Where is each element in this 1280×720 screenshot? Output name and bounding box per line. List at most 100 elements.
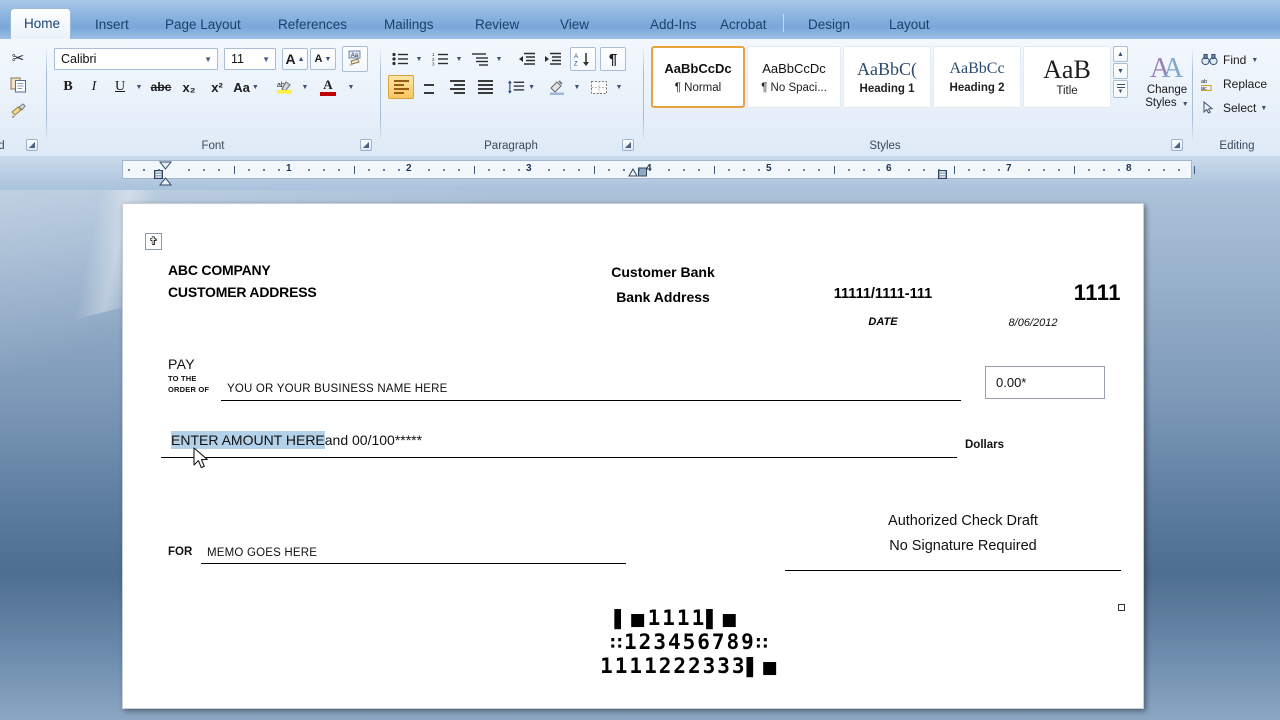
ruler-tick — [623, 169, 625, 171]
numbering-dropdown[interactable]: ▼ — [452, 47, 464, 71]
ruler-tick — [308, 169, 310, 171]
align-left-icon[interactable] — [388, 75, 414, 99]
svg-text:3: 3 — [432, 62, 435, 67]
justify-icon[interactable] — [472, 75, 498, 99]
style-no-spacing[interactable]: AaBbCcDc ¶ No Spaci... — [747, 46, 841, 108]
change-case-button[interactable]: Aa ▼ — [232, 75, 260, 99]
micr-routing-symbol-left: ∷ — [610, 634, 625, 654]
align-center-icon[interactable] — [416, 75, 442, 99]
grow-font-button[interactable]: A ▲ — [282, 48, 308, 70]
font-name-value: Calibri — [61, 52, 97, 66]
ruler-tick — [548, 169, 550, 171]
bank-address: Bank Address — [616, 289, 710, 305]
clipboard-dialog-launcher[interactable]: ◢ — [26, 139, 38, 151]
tab-mailings[interactable]: Mailings — [371, 11, 447, 39]
copy-icon[interactable] — [6, 73, 30, 97]
customer-address: CUSTOMER ADDRESS — [168, 284, 317, 300]
styles-dialog-launcher[interactable]: ◢ — [1171, 139, 1183, 151]
replace-button[interactable]: ab ac Replace — [1198, 73, 1278, 95]
borders-dropdown[interactable]: ▼ — [612, 75, 624, 99]
ruler-tick — [188, 169, 190, 171]
sort-icon[interactable]: AZ — [570, 47, 596, 71]
table-move-handle[interactable]: ✞ — [145, 233, 162, 250]
subscript-button[interactable]: x₂ — [176, 75, 202, 99]
paragraph-dialog-launcher[interactable]: ◢ — [622, 139, 634, 151]
routing-fraction: 11111/1111-111 — [833, 286, 933, 302]
tab-page-layout[interactable]: Page Layout — [152, 11, 254, 39]
ruler-tick — [143, 169, 145, 171]
font-size-combo[interactable]: 11 ▼ — [224, 48, 276, 70]
text-highlight-button[interactable]: ab — [270, 75, 298, 99]
ruler-tick — [338, 169, 340, 171]
strikethrough-button[interactable]: abc — [148, 75, 174, 99]
ruler-tick — [443, 169, 445, 171]
numbering-icon[interactable]: 123 — [428, 47, 452, 71]
tab-layout[interactable]: Layout — [876, 11, 943, 39]
clear-formatting-button[interactable]: Aa — [342, 46, 368, 72]
italic-button[interactable]: I — [82, 75, 106, 99]
tab-design[interactable]: Design — [795, 11, 863, 39]
tab-home[interactable]: Home — [10, 8, 71, 39]
document-page[interactable]: ✞ ABC COMPANY CUSTOMER ADDRESS Customer … — [122, 203, 1144, 709]
change-styles-button[interactable]: A A Change Styles ▼ — [1135, 45, 1199, 117]
tab-page-layout-label: Page Layout — [165, 17, 241, 32]
style-title-name: Title — [1056, 85, 1078, 97]
amount-words-field[interactable]: ENTER AMOUNT HEREand 00/100***** — [171, 431, 422, 449]
shading-dropdown[interactable]: ▼ — [570, 75, 582, 99]
superscript-button[interactable]: x² — [204, 75, 230, 99]
paintbrush-icon[interactable] — [6, 99, 30, 123]
styles-scroll-down-button[interactable]: ▼ — [1113, 63, 1128, 79]
line-spacing-icon[interactable]: ▼ — [506, 75, 536, 99]
tab-review[interactable]: Review — [462, 11, 532, 39]
ruler[interactable]: 1 2 3 4 5 6 7 8 — [0, 156, 1280, 190]
bullets-icon[interactable] — [388, 47, 412, 71]
increase-indent-icon[interactable] — [540, 47, 566, 71]
tab-view[interactable]: View — [547, 11, 602, 39]
tab-add-ins[interactable]: Add-Ins — [637, 11, 710, 39]
bullets-dropdown[interactable]: ▼ — [412, 47, 424, 71]
tab-acrobat[interactable]: Acrobat — [707, 11, 780, 39]
decrease-indent-icon[interactable] — [514, 47, 540, 71]
font-name-combo[interactable]: Calibri ▼ — [54, 48, 218, 70]
ruler-tick — [878, 169, 880, 171]
select-button[interactable]: Select ▼ — [1198, 97, 1278, 119]
style-heading-2[interactable]: AaBbCc Heading 2 — [933, 46, 1021, 108]
ruler-track[interactable]: 1 2 3 4 5 6 7 8 — [122, 160, 1195, 186]
style-heading-2-name: Heading 2 — [949, 82, 1005, 94]
multilevel-dropdown[interactable]: ▼ — [492, 47, 504, 71]
amount-numeric-box[interactable]: 0.00* — [985, 366, 1105, 399]
pay-to-the-label: TO THE — [168, 374, 197, 383]
align-right-icon[interactable] — [444, 75, 470, 99]
find-button[interactable]: Find ▼ — [1198, 49, 1278, 71]
styles-more-button[interactable]: ▼ — [1113, 80, 1128, 98]
style-title[interactable]: AaB Title — [1023, 46, 1111, 108]
highlight-dropdown[interactable]: ▼ — [298, 75, 310, 99]
styles-scroll-up-button[interactable]: ▲ — [1113, 46, 1128, 62]
memo-field[interactable]: MEMO GOES HERE — [207, 547, 317, 559]
shading-icon[interactable] — [544, 75, 570, 99]
font-color-dropdown[interactable]: ▼ — [344, 75, 356, 99]
scissors-icon[interactable]: ✂ — [6, 46, 30, 70]
tab-references[interactable]: References — [265, 11, 360, 39]
chevron-down-icon[interactable]: ▼ — [262, 55, 270, 64]
underline-dropdown[interactable]: ▼ — [132, 75, 144, 99]
style-heading-1-name: Heading 1 — [859, 83, 915, 95]
center-tab-marker[interactable] — [628, 165, 648, 183]
tab-insert[interactable]: Insert — [82, 11, 142, 39]
chevron-down-icon[interactable]: ▼ — [204, 55, 212, 64]
shrink-font-button[interactable]: A ▼ — [310, 48, 336, 70]
borders-icon[interactable] — [586, 75, 612, 99]
align-center-bars — [422, 80, 437, 94]
font-color-button[interactable]: A — [314, 75, 342, 99]
style-normal[interactable]: AaBbCcDc ¶ Normal — [651, 46, 745, 108]
style-heading-1[interactable]: AaBbC( Heading 1 — [843, 46, 931, 108]
bold-button[interactable]: B — [56, 75, 80, 99]
multilevel-list-icon[interactable] — [468, 47, 492, 71]
show-paragraph-marks-icon[interactable]: ¶ — [600, 47, 626, 71]
underline-button[interactable]: U — [108, 75, 132, 99]
payee-field[interactable]: YOU OR YOUR BUSINESS NAME HERE — [227, 383, 448, 395]
group-editing-label: Editing — [1219, 140, 1255, 152]
font-dialog-launcher[interactable]: ◢ — [360, 139, 372, 151]
ruler-tick — [1163, 169, 1165, 171]
tab-separator — [783, 14, 784, 32]
